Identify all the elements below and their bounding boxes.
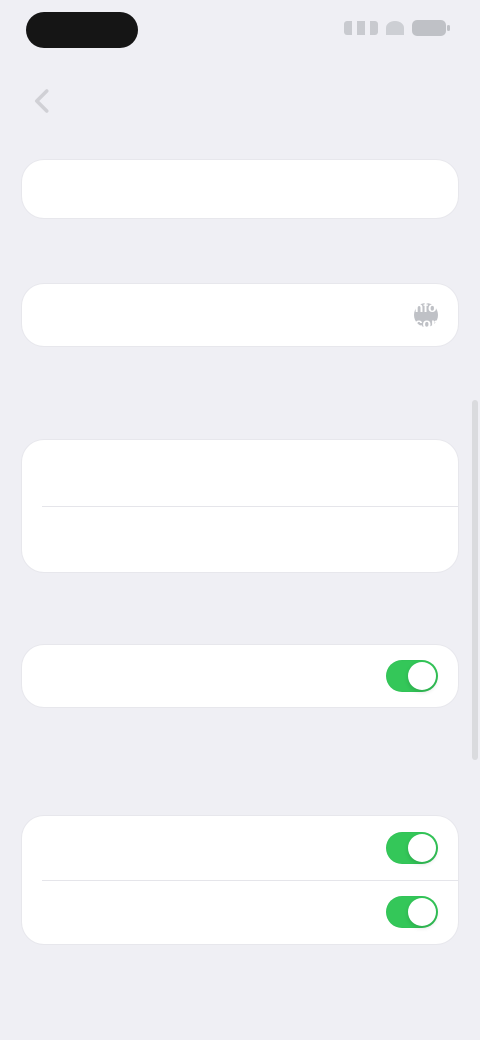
section-3-card xyxy=(22,645,458,707)
section-1-card[interactable]: info-icon xyxy=(22,284,458,346)
section-2-card xyxy=(22,440,458,572)
section-2 xyxy=(22,440,458,572)
section-1-row[interactable]: info-icon xyxy=(22,284,458,346)
battery-icon xyxy=(412,20,450,36)
section-2-row-1[interactable] xyxy=(22,440,458,506)
section-3-toggle[interactable] xyxy=(386,660,438,692)
section-2-row-2[interactable] xyxy=(22,506,458,572)
section-4-row-2[interactable] xyxy=(22,880,458,944)
section-4-row-1[interactable] xyxy=(22,816,458,880)
top-item-section xyxy=(22,160,458,218)
top-item-card[interactable] xyxy=(22,160,458,218)
chevron-left-icon xyxy=(35,89,49,113)
signal-icon xyxy=(344,21,378,35)
dynamic-island xyxy=(26,12,138,48)
section-4 xyxy=(22,816,458,944)
section-1: info-icon xyxy=(22,284,458,346)
status-bar xyxy=(0,0,480,64)
section-3-row[interactable] xyxy=(22,645,458,707)
section-4-card xyxy=(22,816,458,944)
wifi-icon xyxy=(386,21,404,35)
back-button[interactable] xyxy=(28,86,58,116)
section-3 xyxy=(22,645,458,707)
nav-bar xyxy=(0,78,480,132)
status-right xyxy=(344,20,450,36)
scrollbar[interactable] xyxy=(472,400,478,760)
info-icon[interactable]: info-icon xyxy=(411,299,441,331)
section-4-toggle-1[interactable] xyxy=(386,832,438,864)
top-item-row[interactable] xyxy=(22,160,458,218)
section-4-toggle-2[interactable] xyxy=(386,896,438,928)
